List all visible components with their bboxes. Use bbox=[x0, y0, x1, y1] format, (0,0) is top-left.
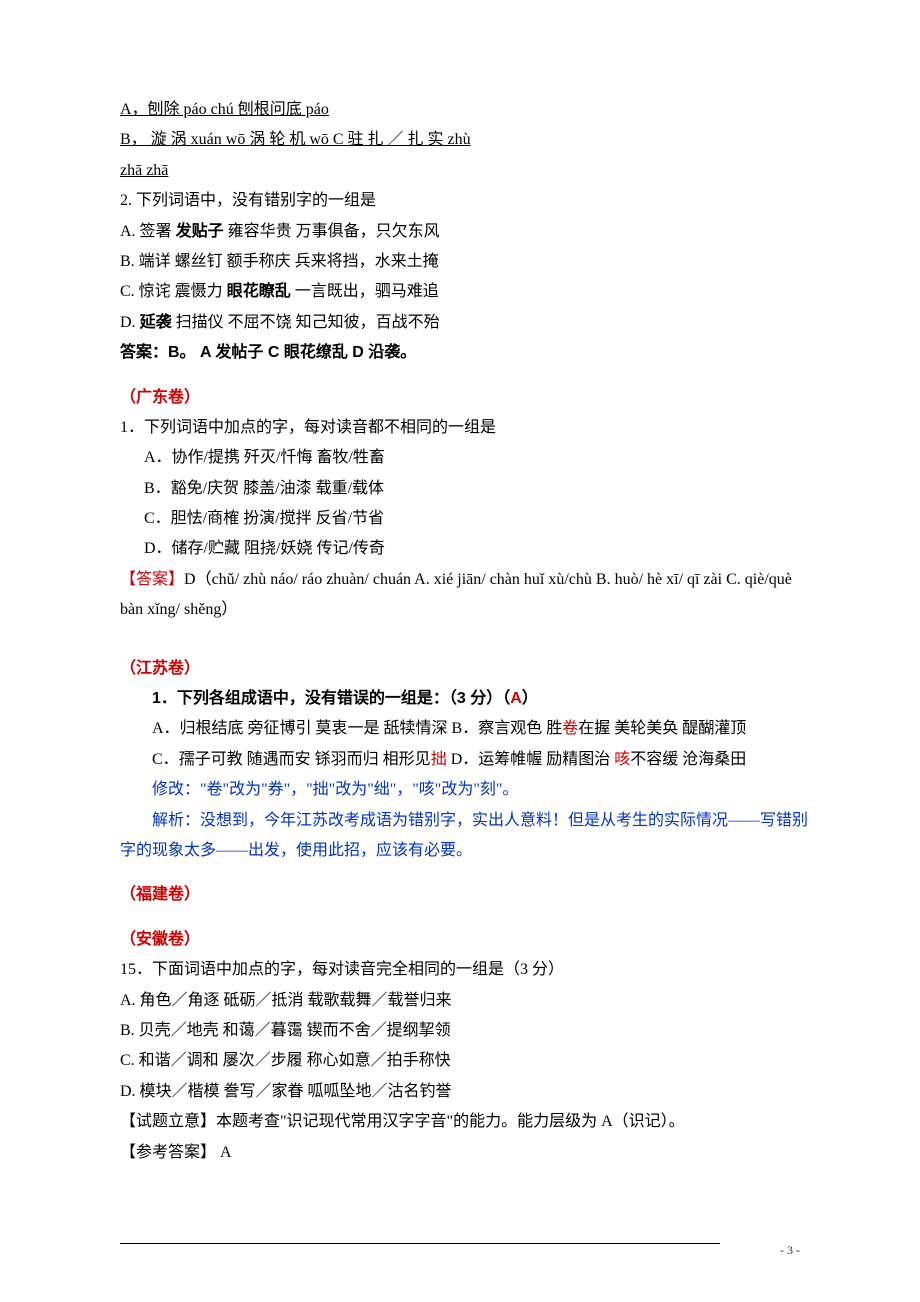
q2-stem: 2. 下列词语中，没有错别字的一组是 bbox=[120, 186, 810, 216]
text-line: A，刨除 páo chú 刨根问底 páo bbox=[120, 95, 810, 125]
ah-option-c: C. 和谐／调和 屡次／步履 称心如意／拍手称快 bbox=[120, 1046, 810, 1076]
text-line: zhā zhā bbox=[120, 156, 810, 186]
footer-divider bbox=[120, 1243, 720, 1244]
gd-option-b: B．豁免/庆贺 膝盖/油漆 载重/载体 bbox=[120, 474, 810, 504]
js-options-line2: C．孺子可教 随遇而安 铩羽而归 相形见拙 D．运筹帷幄 励精图治 咳不容缓 沧… bbox=[120, 745, 810, 775]
ah-answer: 【参考答案】 A bbox=[120, 1138, 810, 1168]
js-q1-stem: 1．下列各组成语中，没有错误的一组是：（3 分）（A） bbox=[120, 684, 810, 714]
bold-text: 发贴子 bbox=[176, 223, 224, 240]
gd-q1-stem: 1．下列词语中加点的字，每对读音都不相同的一组是 bbox=[120, 413, 810, 443]
ah-option-b: B. 贝壳／地壳 和蔼／暮霭 锲而不舍／提纲挈领 bbox=[120, 1016, 810, 1046]
underline-span: B， 漩 涡 xuán wō 涡 轮 机 wō C 驻 扎 ／ 扎 实 zhù bbox=[120, 131, 471, 148]
js-fix: 修改："卷"改为"券"，"拙"改为"绌"，"咳"改为"刻"。 bbox=[120, 775, 810, 805]
ah-option-d: D. 模块／楷模 誊写／家眷 呱呱坠地／沽名钓誉 bbox=[120, 1077, 810, 1107]
bold-text: 眼花瞭乱 bbox=[227, 283, 291, 300]
gd-option-d: D．储存/贮藏 阻挠/妖娆 传记/传奇 bbox=[120, 534, 810, 564]
q2-option-a: A. 签署 发贴子 雍容华贵 万事俱备，只欠东风 bbox=[120, 217, 810, 247]
section-jiangsu-title: （江苏卷） bbox=[120, 654, 810, 684]
ah-option-a: A. 角色／角逐 砥砺／抵消 载歌载舞／载誉归来 bbox=[120, 986, 810, 1016]
gd-option-a: A．协作/提携 歼灭/忏悔 畜牧/牲畜 bbox=[120, 443, 810, 473]
text-line: B， 漩 涡 xuán wō 涡 轮 机 wō C 驻 扎 ／ 扎 实 zhù bbox=[120, 125, 810, 155]
q2-answer: 答案：B。 A 发帖子 C 眼花缭乱 D 沿袭。 bbox=[120, 338, 810, 368]
underline-span: zhā zhā bbox=[120, 162, 168, 179]
js-options-line1: A．归根结底 旁征博引 莫衷一是 舐犊情深 B．察言观色 胜卷在握 美轮美奂 醍… bbox=[120, 714, 810, 744]
page-number: - 3 - bbox=[780, 1239, 800, 1262]
underline-span: A，刨除 páo chú 刨根问底 páo bbox=[120, 101, 329, 118]
section-fujian-title: （福建卷） bbox=[120, 880, 810, 910]
q2-option-d: D. 延袭 扫描仪 不屈不饶 知己知彼，百战不殆 bbox=[120, 308, 810, 338]
ah-intent: 【试题立意】本题考查"识记现代常用汉字字音"的能力。能力层级为 A（识记）。 bbox=[120, 1107, 810, 1137]
q2-option-b: B. 端详 螺丝钉 额手称庆 兵来将挡，水来土掩 bbox=[120, 247, 810, 277]
q2-option-c: C. 惊诧 震慑力 眼花瞭乱 一言既出，驷马难追 bbox=[120, 277, 810, 307]
gd-option-c: C．胆怯/商榷 扮演/搅拌 反省/节省 bbox=[120, 504, 810, 534]
ah-q-stem: 15．下面词语中加点的字，每对读音完全相同的一组是（3 分） bbox=[120, 955, 810, 985]
gd-answer: 【答案】D（chǔ/ zhù náo/ ráo zhuàn/ chuán A. … bbox=[120, 565, 810, 626]
section-guangdong-title: （广东卷） bbox=[120, 383, 810, 413]
js-analysis: 解析：没想到，今年江苏改考成语为错别字，实出人意料！但是从考生的实际情况——写错… bbox=[120, 806, 810, 867]
bold-text: 延袭 bbox=[140, 314, 172, 331]
document-page: A，刨除 páo chú 刨根问底 páo B， 漩 涡 xuán wō 涡 轮… bbox=[0, 0, 920, 1302]
section-anhui-title: （安徽卷） bbox=[120, 925, 810, 955]
